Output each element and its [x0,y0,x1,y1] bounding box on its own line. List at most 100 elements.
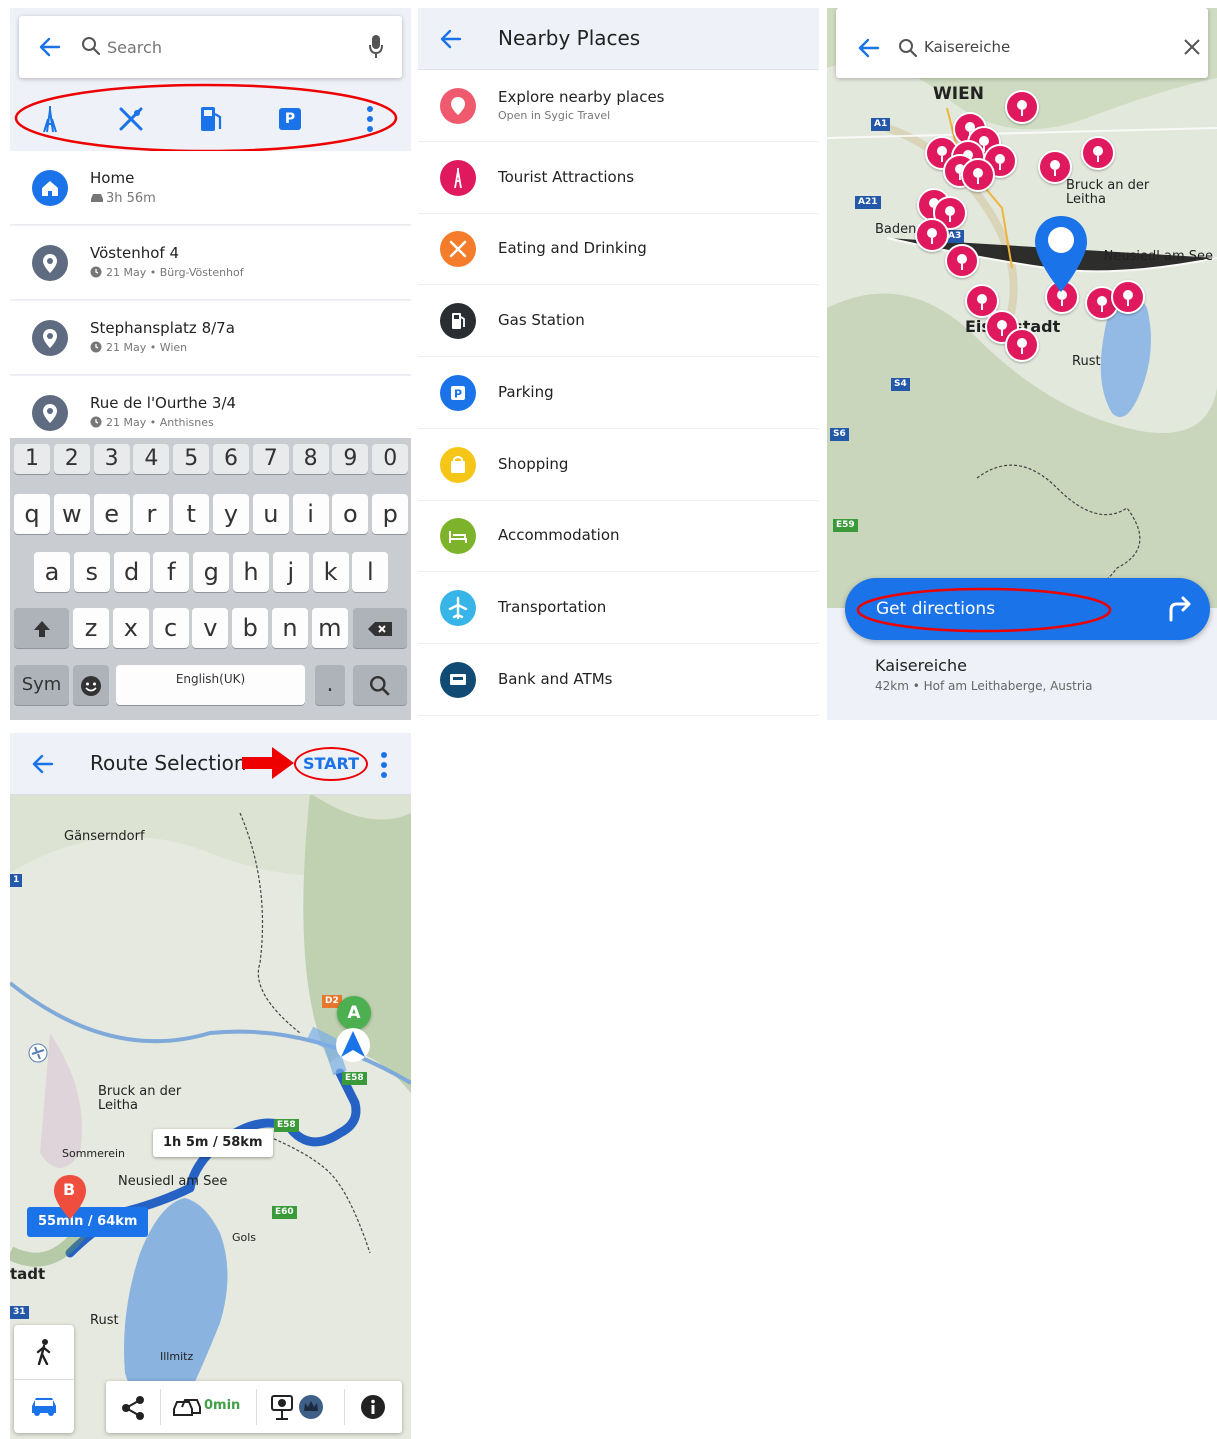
key-f[interactable]: f [153,552,190,592]
category-item[interactable]: Accommodation [418,500,819,573]
category-item[interactable]: Shopping [418,429,819,501]
road-badge: 1 [10,874,23,887]
bed-icon [440,518,476,555]
speed-camera-icon[interactable] [270,1393,294,1421]
key-z[interactable]: z [73,608,109,648]
sym-key[interactable]: Sym [14,665,69,705]
back-arrow-icon[interactable] [440,29,462,49]
category-item[interactable]: Bank and ATMs [418,644,819,716]
microphone-icon[interactable] [369,34,383,60]
key-0[interactable]: 0 [372,444,409,474]
get-directions-button[interactable]: Get directions [845,578,1210,640]
poi-pin[interactable] [1038,150,1072,184]
poi-pin[interactable] [1111,280,1145,314]
category-item[interactable]: P Parking [418,357,819,429]
emoji-key[interactable] [73,665,109,705]
key-5[interactable]: 5 [173,444,210,474]
bottom-toolbar: 0min [106,1381,402,1433]
recent-item[interactable]: Home 3h 56m [10,151,411,225]
key-2[interactable]: 2 [53,444,90,474]
key-a[interactable]: a [34,552,70,592]
space-key[interactable]: English(UK) [116,665,305,705]
traffic-icon[interactable] [172,1395,202,1419]
category-item[interactable]: Tourist Attractions [418,142,819,214]
key-7[interactable]: 7 [252,444,289,474]
key-6[interactable]: 6 [213,444,249,474]
key-p[interactable]: p [372,494,409,534]
key-u[interactable]: u [252,494,289,534]
category-item[interactable]: Gas Station [418,285,819,358]
key-c[interactable]: c [152,608,189,648]
road-badge: E59 [833,519,858,532]
poi-pin[interactable] [1005,328,1039,362]
back-arrow-icon[interactable] [39,37,61,57]
shift-key[interactable] [14,608,69,648]
category-label: Explore nearby places [498,88,665,106]
road-badge: S4 [891,378,910,391]
more-icon[interactable] [380,752,388,778]
key-3[interactable]: 3 [93,444,130,474]
recent-subtitle: 3h 56m [90,191,156,207]
poi-pin[interactable] [1081,136,1115,170]
key-q[interactable]: q [14,494,50,534]
key-1[interactable]: 1 [14,444,50,474]
back-arrow-icon[interactable] [32,754,54,774]
key-h[interactable]: h [233,552,269,592]
marker-a[interactable]: A [337,996,371,1030]
poi-pin[interactable] [1005,90,1039,124]
backspace-key[interactable] [353,608,407,648]
road-badge: 31 [10,1306,29,1319]
poi-pin[interactable] [961,158,995,192]
atm-icon [440,661,476,698]
start-button[interactable]: START [294,747,368,781]
route-alt-label[interactable]: 1h 5m / 58km [153,1129,273,1157]
search-key[interactable] [353,665,407,705]
key-s[interactable]: s [73,552,110,592]
key-9[interactable]: 9 [332,444,369,474]
key-t[interactable]: t [173,494,210,534]
category-item[interactable]: Explore nearby places Open in Sygic Trave… [418,70,819,142]
share-icon[interactable] [120,1395,146,1421]
map-label-gols: Gols [232,1231,257,1244]
key-r[interactable]: r [133,494,170,534]
key-v[interactable]: v [192,608,229,648]
recent-title: Rue de l'Ourthe 3/4 [90,394,237,412]
key-g[interactable]: g [193,552,230,592]
key-8[interactable]: 8 [292,444,329,474]
page-title: Route Selection [90,751,247,775]
period-key[interactable]: . [315,665,345,705]
key-b[interactable]: b [232,608,269,648]
poi-pin[interactable] [945,244,979,278]
key-m[interactable]: m [311,608,348,648]
key-e[interactable]: e [93,494,130,534]
search-icon [899,39,918,58]
close-icon[interactable] [1184,39,1200,55]
search-bar[interactable] [19,16,402,78]
key-4[interactable]: 4 [133,444,170,474]
recent-item[interactable]: Stephansplatz 8/7a 21 May • Wien [10,301,411,375]
search-input[interactable] [107,34,347,60]
search-bar[interactable]: Kaisereiche [836,8,1208,78]
back-arrow-icon[interactable] [858,38,880,58]
category-label: Tourist Attractions [498,167,635,186]
recent-item[interactable]: Vöstenhof 4 21 May • Bürg-Vöstenhof [10,226,411,300]
car-icon[interactable] [29,1395,59,1417]
key-n[interactable]: n [272,608,308,648]
key-j[interactable]: j [272,552,309,592]
info-icon[interactable] [360,1394,386,1420]
key-i[interactable]: i [292,494,329,534]
nearby-places-screen: Nearby Places Explore nearby places Open … [418,8,819,720]
key-o[interactable]: o [332,494,369,534]
category-item[interactable]: Eating and Drinking [418,213,819,286]
key-x[interactable]: x [112,608,149,648]
poi-pin[interactable] [915,218,949,252]
key-d[interactable]: d [113,552,150,592]
key-k[interactable]: k [312,552,349,592]
key-y[interactable]: y [213,494,249,534]
search-query[interactable]: Kaisereiche [924,38,1010,56]
walking-icon[interactable] [34,1339,54,1365]
selected-location-pin[interactable] [1033,214,1089,294]
category-item[interactable]: Transportation [418,572,819,644]
key-w[interactable]: w [53,494,90,534]
key-l[interactable]: l [352,552,389,592]
